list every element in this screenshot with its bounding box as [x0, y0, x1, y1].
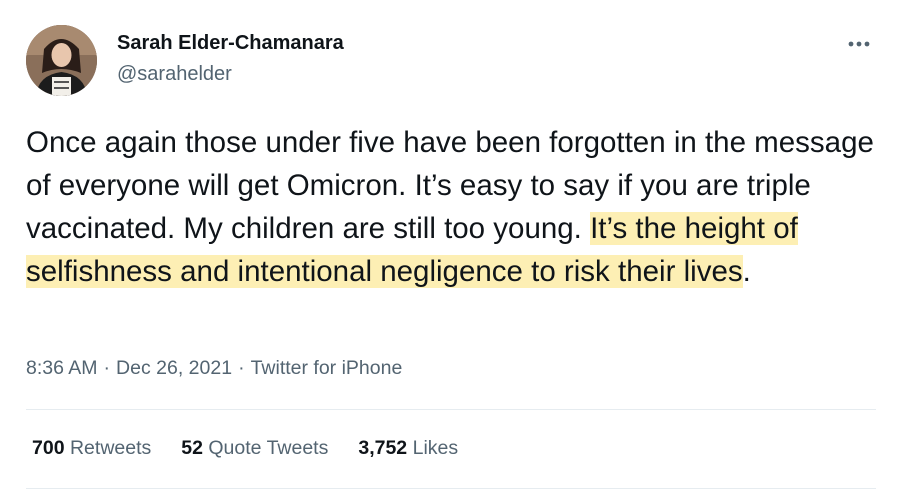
avatar[interactable]: [26, 25, 97, 96]
likes-label: Likes: [412, 437, 459, 459]
retweets-stat[interactable]: 700 Retweets: [32, 437, 151, 460]
more-options-button[interactable]: [842, 32, 876, 56]
tweet-source[interactable]: Twitter for iPhone: [251, 357, 403, 379]
tweet-time[interactable]: 8:36 AM: [26, 357, 98, 379]
tweet-card: Sarah Elder-Chamanara @sarahelder Once a…: [0, 0, 912, 492]
tweet-stats: 700 Retweets 52 Quote Tweets 3,752 Likes: [32, 437, 458, 460]
more-horizontal-icon: [848, 41, 870, 47]
tweet-date[interactable]: Dec 26, 2021: [116, 357, 232, 379]
meta-separator: ·: [103, 357, 111, 379]
likes-count: 3,752: [358, 437, 408, 459]
quote-tweets-label: Quote Tweets: [208, 437, 329, 459]
author-name[interactable]: Sarah Elder-Chamanara: [117, 32, 344, 55]
retweets-count: 700: [32, 437, 65, 459]
quote-tweets-stat[interactable]: 52 Quote Tweets: [181, 437, 328, 460]
divider: [26, 409, 876, 410]
meta-separator: ·: [238, 357, 245, 379]
tweet-meta: 8:36 AM · Dec 26, 2021 · Twitter for iPhone: [26, 357, 402, 380]
tweet-text: Once again those under five have been fo…: [26, 121, 888, 293]
retweets-label: Retweets: [69, 437, 152, 459]
avatar-image: [26, 25, 97, 96]
divider: [26, 488, 876, 489]
likes-stat[interactable]: 3,752 Likes: [358, 437, 458, 460]
tweet-text-trailing: .: [742, 255, 751, 288]
quote-tweets-count: 52: [181, 437, 203, 459]
author-handle[interactable]: @sarahelder: [117, 63, 232, 86]
